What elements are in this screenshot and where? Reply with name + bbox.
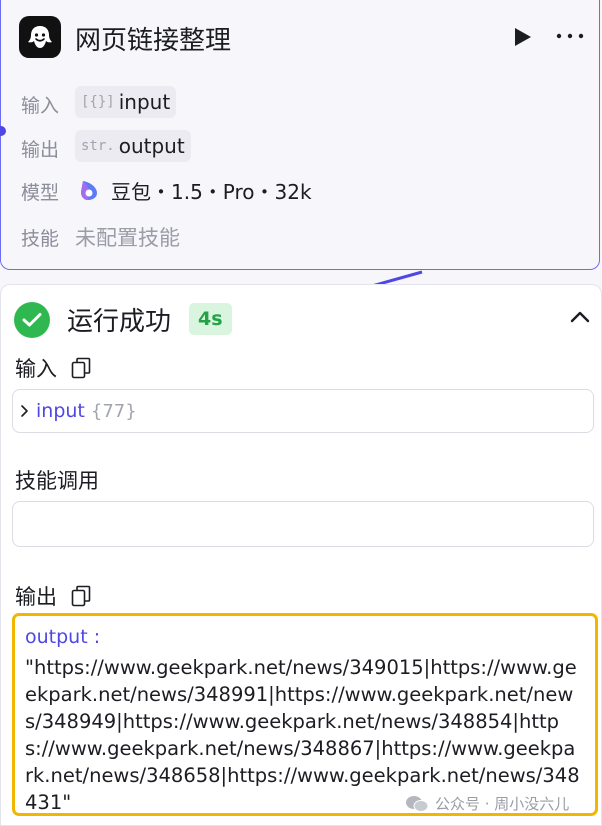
output-section-title: 输出 bbox=[15, 581, 91, 611]
input-section-label: 输入 bbox=[15, 357, 57, 381]
skill-section-title: 技能调用 bbox=[15, 469, 99, 493]
input-type: [{}] bbox=[81, 94, 115, 110]
input-name: input bbox=[118, 90, 171, 114]
input-json-box: input {77} bbox=[12, 389, 594, 433]
input-expand-toggle[interactable]: input {77} bbox=[20, 400, 137, 422]
copy-icon[interactable] bbox=[71, 357, 91, 379]
wechat-icon bbox=[406, 795, 429, 812]
skill-call-box bbox=[12, 501, 594, 547]
output-json-value: "https://www.geekpark.net/news/349015|ht… bbox=[25, 656, 580, 814]
chevron-up-icon[interactable] bbox=[569, 307, 591, 327]
output-section-label: 输出 bbox=[15, 585, 57, 609]
llm-node-card[interactable]: 网页链接整理 输入 [{}] input 输出 str. output 模型 豆… bbox=[0, 0, 600, 270]
model-selector: 豆包・1.5・Pro・32k bbox=[79, 177, 312, 204]
doubao-logo-icon bbox=[81, 181, 97, 200]
skill-label: 技能 bbox=[21, 228, 60, 250]
output-json-key: output : bbox=[25, 626, 101, 648]
model-name: 豆包・1.5・Pro・32k bbox=[111, 179, 312, 204]
run-result-panel: 运行成功 4s 输入 input {77} 技能调用 输出 output : "… bbox=[0, 284, 602, 826]
check-circle-icon bbox=[14, 302, 50, 338]
input-json-count: {77} bbox=[90, 400, 137, 422]
input-json-key: input bbox=[36, 400, 85, 422]
play-icon[interactable] bbox=[513, 26, 533, 48]
input-param-tag: [{}] input bbox=[75, 86, 177, 118]
output-value-box: output : "https://www.geekpark.net/news/… bbox=[12, 613, 598, 816]
watermark: 公众号 · 周小没六儿 bbox=[405, 793, 569, 814]
output-label: 输出 bbox=[21, 139, 60, 161]
input-label: 输入 bbox=[21, 95, 60, 117]
node-title: 网页链接整理 bbox=[75, 26, 232, 56]
chevron-right-icon bbox=[21, 405, 28, 417]
bot-icon bbox=[19, 16, 61, 58]
input-port[interactable] bbox=[0, 126, 6, 136]
output-param-tag: str. output bbox=[75, 130, 191, 162]
input-section-title: 输入 bbox=[15, 353, 91, 383]
more-icon[interactable] bbox=[553, 24, 587, 48]
output-name: output bbox=[118, 134, 185, 158]
duration-badge: 4s bbox=[189, 303, 232, 335]
model-label: 模型 bbox=[21, 182, 60, 204]
skill-value: 未配置技能 bbox=[75, 226, 180, 250]
watermark-text: 公众号 · 周小没六儿 bbox=[435, 795, 570, 813]
copy-icon[interactable] bbox=[71, 585, 91, 607]
output-type: str. bbox=[81, 138, 115, 154]
run-status: 运行成功 bbox=[67, 307, 172, 337]
